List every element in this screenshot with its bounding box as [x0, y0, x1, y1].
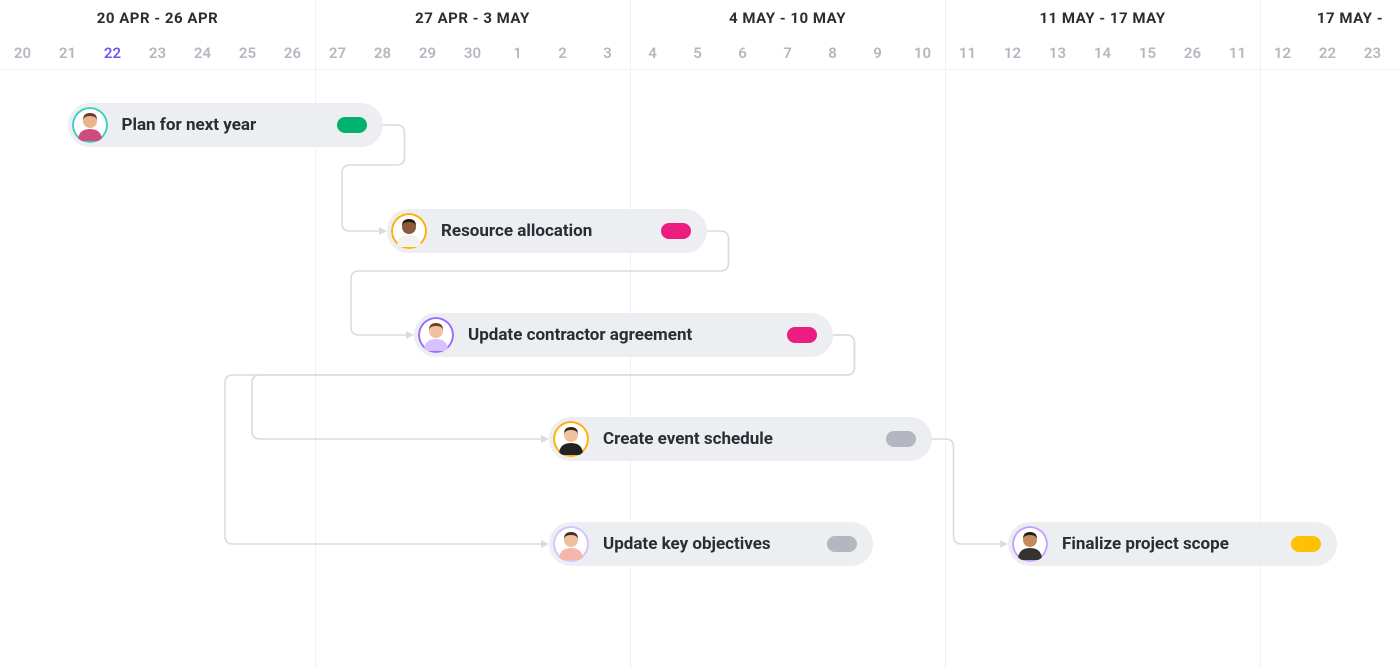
day-label: 29: [405, 36, 450, 70]
avatar: [1012, 526, 1048, 562]
day-label: 12: [1260, 36, 1305, 70]
status-pill: [1291, 536, 1321, 552]
task-update-key-objectives[interactable]: Update key objectives: [549, 522, 873, 566]
day-label: 10: [900, 36, 945, 70]
week-label: 17 MAY -: [1260, 0, 1400, 36]
task-label: Finalize project scope: [1062, 534, 1279, 554]
day-label: 8: [810, 36, 855, 70]
day-label: 7: [765, 36, 810, 70]
day-label: 28: [360, 36, 405, 70]
day-label: 2: [540, 36, 585, 70]
week-label: 20 APR - 26 APR: [0, 0, 315, 36]
task-label: Resource allocation: [441, 221, 649, 241]
task-label: Update contractor agreement: [468, 325, 775, 345]
status-pill: [661, 223, 691, 239]
status-pill: [886, 431, 916, 447]
day-label: 11: [945, 36, 990, 70]
avatar: [72, 107, 108, 143]
task-finalize-project-scope[interactable]: Finalize project scope: [1008, 522, 1337, 566]
day-label: 9: [855, 36, 900, 70]
day-label: 14: [1080, 36, 1125, 70]
day-label: 6: [720, 36, 765, 70]
day-label: 20: [0, 36, 45, 70]
day-label: 26: [270, 36, 315, 70]
week-label: 11 MAY - 17 MAY: [945, 0, 1260, 36]
day-label: 22: [1305, 36, 1350, 70]
day-label: 5: [675, 36, 720, 70]
day-label: 25: [225, 36, 270, 70]
day-strip: 2021222324252627282930123456789101112131…: [0, 36, 1400, 70]
day-label: 13: [1035, 36, 1080, 70]
gantt-container: 20 APR - 26 APR27 APR - 3 MAY4 MAY - 10 …: [0, 0, 1400, 669]
day-label: 26: [1170, 36, 1215, 70]
day-label: 4: [630, 36, 675, 70]
task-create-event-schedule[interactable]: Create event schedule: [549, 417, 932, 461]
week-label: 4 MAY - 10 MAY: [630, 0, 945, 36]
day-label: 22: [90, 36, 135, 70]
day-label: 15: [1125, 36, 1170, 70]
avatar: [391, 213, 427, 249]
day-label: 23: [1350, 36, 1395, 70]
day-label: 1: [495, 36, 540, 70]
task-label: Plan for next year: [122, 115, 325, 135]
task-resource-allocation[interactable]: Resource allocation: [387, 209, 707, 253]
day-label: 23: [135, 36, 180, 70]
avatar: [553, 526, 589, 562]
status-pill: [827, 536, 857, 552]
task-update-contractor[interactable]: Update contractor agreement: [414, 313, 833, 357]
day-label: 21: [45, 36, 90, 70]
day-label: 11: [1215, 36, 1260, 70]
day-label: 12: [990, 36, 1035, 70]
task-label: Update key objectives: [603, 534, 815, 554]
day-label: 30: [450, 36, 495, 70]
status-pill: [787, 327, 817, 343]
day-label: 24: [180, 36, 225, 70]
status-pill: [337, 117, 367, 133]
timeline-header: 20 APR - 26 APR27 APR - 3 MAY4 MAY - 10 …: [0, 0, 1400, 70]
day-label: 27: [315, 36, 360, 70]
day-label: 3: [585, 36, 630, 70]
avatar: [553, 421, 589, 457]
task-label: Create event schedule: [603, 429, 874, 449]
task-plan-next-year[interactable]: Plan for next year: [68, 103, 383, 147]
avatar: [418, 317, 454, 353]
week-strip: 20 APR - 26 APR27 APR - 3 MAY4 MAY - 10 …: [0, 0, 1400, 36]
week-label: 27 APR - 3 MAY: [315, 0, 630, 36]
